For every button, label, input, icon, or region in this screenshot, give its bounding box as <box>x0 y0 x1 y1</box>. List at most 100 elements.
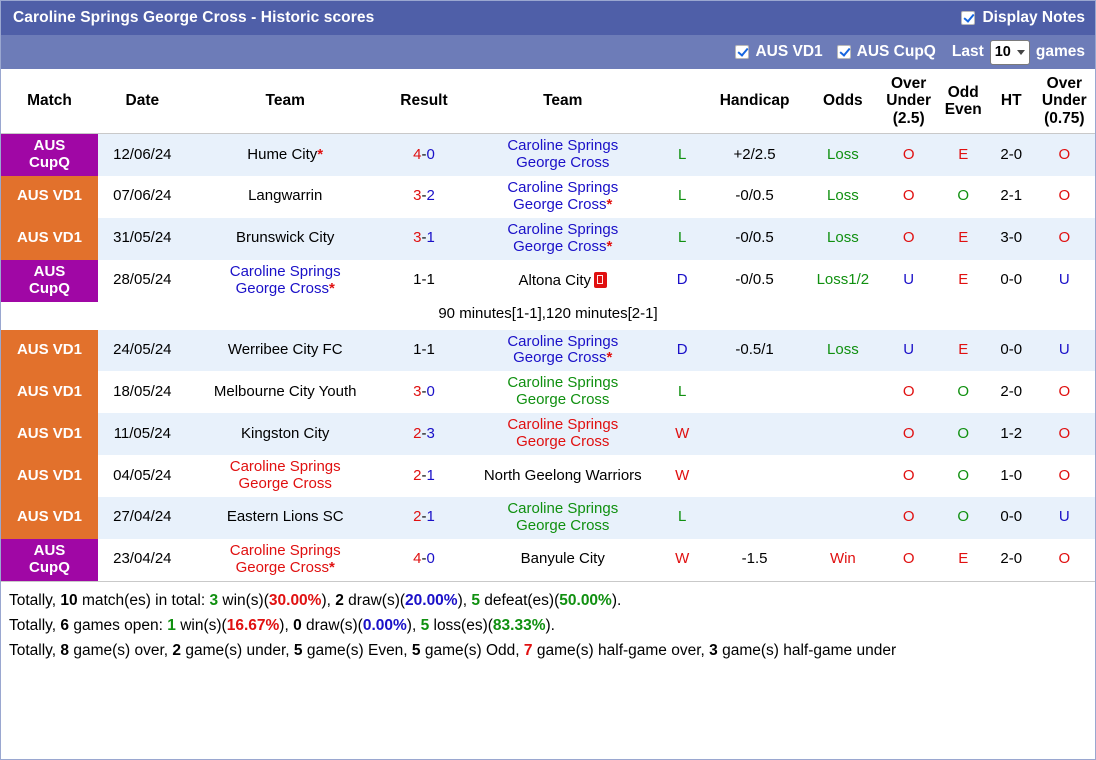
home-team[interactable]: Caroline Springs George Cross <box>186 455 384 498</box>
team-line1: Caroline Springs <box>507 137 619 155</box>
league-badge[interactable]: AUS VD1 <box>1 413 98 456</box>
table-row[interactable]: AUS VD1 31/05/24 Brunswick City 3-1 Caroline… <box>1 217 1095 260</box>
display-notes-toggle[interactable]: Display Notes <box>961 9 1085 27</box>
team-name: Kingston City <box>241 424 330 442</box>
display-notes-checkbox[interactable] <box>961 11 976 25</box>
match-note: 90 minutes[1-1],120 minutes[2-1] <box>1 301 1095 330</box>
away-team[interactable]: Caroline Springs George Cross* <box>464 217 662 260</box>
half-time-score: 0-0 <box>988 259 1034 302</box>
vd1-checkbox[interactable] <box>735 45 750 59</box>
home-team[interactable]: Hume City* <box>186 133 384 176</box>
league-badge[interactable]: AUS VD1 <box>1 371 98 414</box>
team-line1: Caroline Springs <box>507 500 619 518</box>
league-line2: CupQ <box>29 154 70 172</box>
league-badge[interactable]: AUS CupQ <box>1 133 98 176</box>
table-row[interactable]: AUS VD1 11/05/24 Kingston City 2-3 Caroline … <box>1 413 1095 456</box>
odds-value <box>806 497 880 539</box>
team-line2: George Cross <box>238 475 332 493</box>
score-away: 1 <box>426 466 435 484</box>
home-team[interactable]: Caroline Springs George Cross* <box>186 538 384 581</box>
col-match: Match <box>1 69 98 135</box>
score: 1-1 <box>383 259 465 302</box>
home-team[interactable]: Langwarrin <box>186 175 384 218</box>
team-name: Werribee City FC <box>227 340 343 358</box>
table-row[interactable]: AUS CupQ 23/04/24 Caroline Springs George Cr… <box>1 538 1095 581</box>
league-line2: CupQ <box>29 279 70 297</box>
away-team[interactable]: Caroline Springs George Cross* <box>464 175 662 218</box>
cupq-label: AUS CupQ <box>856 43 936 60</box>
match-date: 27/04/24 <box>97 497 187 539</box>
odd-even-value: O <box>937 455 989 498</box>
over-under-075-value: O <box>1033 175 1095 218</box>
cupq-checkbox[interactable] <box>836 45 851 59</box>
home-team[interactable]: Kingston City <box>186 413 384 456</box>
league-badge[interactable]: AUS CupQ <box>1 259 98 302</box>
league-badge[interactable]: AUS CupQ <box>1 538 98 581</box>
over-under-075-value: U <box>1033 497 1095 539</box>
table-row[interactable]: AUS VD1 27/04/24 Eastern Lions SC 2-1 Caroli… <box>1 497 1095 539</box>
odd-even-value: O <box>937 413 989 456</box>
home-team[interactable]: Eastern Lions SC <box>186 497 384 539</box>
s3-t5: game(s) Odd, <box>420 641 524 659</box>
away-team[interactable]: Caroline Springs George Cross* <box>464 329 662 372</box>
odd-even-value: E <box>937 259 989 302</box>
filter-cupq[interactable]: AUS CupQ <box>836 43 936 61</box>
handicap-value <box>703 497 807 539</box>
over-under-25-value: O <box>879 217 938 260</box>
s1-t1: Totally, <box>9 591 61 609</box>
score-away: 0 <box>426 145 435 163</box>
league-badge[interactable]: AUS VD1 <box>1 217 98 260</box>
filter-vd1[interactable]: AUS VD1 <box>735 43 823 61</box>
home-team[interactable]: Brunswick City <box>186 217 384 260</box>
league-badge[interactable]: AUS VD1 <box>1 497 98 539</box>
league-line1: AUS <box>33 137 66 155</box>
odds-value: Win <box>806 538 880 581</box>
away-team[interactable]: North Geelong Warriors <box>464 455 662 498</box>
col-wl <box>661 69 704 135</box>
table-row[interactable]: AUS CupQ 12/06/24 Hume City* 4-0 Caroline Spr… <box>1 133 1095 176</box>
table-row[interactable]: AUS VD1 18/05/24 Melbourne City Youth 3-0 Ca… <box>1 371 1095 414</box>
team-name: Banyule City <box>520 550 605 568</box>
home-team[interactable]: Melbourne City Youth <box>186 371 384 414</box>
games-count-select[interactable]: 10 <box>989 39 1030 65</box>
odd-even-value: E <box>937 538 989 581</box>
table-row[interactable]: AUS VD1 24/05/24 Werribee City FC 1-1 Caroli… <box>1 329 1095 372</box>
s3-half-under: 3 <box>709 641 718 659</box>
s1-t8: ). <box>611 591 622 609</box>
table-row[interactable]: AUS VD1 04/05/24 Caroline Springs George Cr… <box>1 455 1095 498</box>
s1-t6: ), <box>457 591 472 609</box>
col-ou075-line3: (0.75) <box>1044 109 1085 127</box>
handicap-value <box>703 371 807 414</box>
home-team[interactable]: Werribee City FC <box>186 329 384 372</box>
match-date: 31/05/24 <box>97 217 187 260</box>
home-away-star: * <box>317 145 324 163</box>
s2-losses: 5 <box>420 616 430 634</box>
away-team[interactable]: Caroline Springs George Cross <box>464 497 662 539</box>
league-badge[interactable]: AUS VD1 <box>1 329 98 372</box>
s3-even: 5 <box>293 641 303 659</box>
away-team[interactable]: Banyule City <box>464 538 662 581</box>
away-team[interactable]: Altona City <box>464 259 662 302</box>
team-line2: George Cross* <box>513 195 613 213</box>
half-time-score: 2-0 <box>988 133 1034 176</box>
filter-last-games: Last 10 games <box>952 39 1085 65</box>
league-badge[interactable]: AUS VD1 <box>1 175 98 218</box>
match-date: 04/05/24 <box>97 455 187 498</box>
home-team[interactable]: Caroline Springs George Cross* <box>186 259 384 302</box>
handicap-value: -0/0.5 <box>703 217 807 260</box>
s3-t1: Totally, <box>9 641 61 659</box>
table-row[interactable]: AUS CupQ 28/05/24 Caroline Springs George Cr… <box>1 259 1095 302</box>
handicap-value: -1.5 <box>703 538 807 581</box>
away-team[interactable]: Caroline Springs George Cross <box>464 371 662 414</box>
away-team[interactable]: Caroline Springs George Cross <box>464 133 662 176</box>
odd-even-value: O <box>937 497 989 539</box>
away-team[interactable]: Caroline Springs George Cross <box>464 413 662 456</box>
team-name: Eastern Lions SC <box>226 508 344 526</box>
table-row[interactable]: AUS VD1 07/06/24 Langwarrin 3-2 Caroline Spr… <box>1 175 1095 218</box>
s3-t3: game(s) under, <box>181 641 294 659</box>
col-ou25-line1: Over <box>891 75 927 92</box>
league-badge[interactable]: AUS VD1 <box>1 455 98 498</box>
col-odds: Odds <box>806 69 880 135</box>
team-line2: George Cross <box>516 391 610 409</box>
filter-bar: AUS VD1 AUS CupQ Last 10 games <box>1 35 1095 69</box>
